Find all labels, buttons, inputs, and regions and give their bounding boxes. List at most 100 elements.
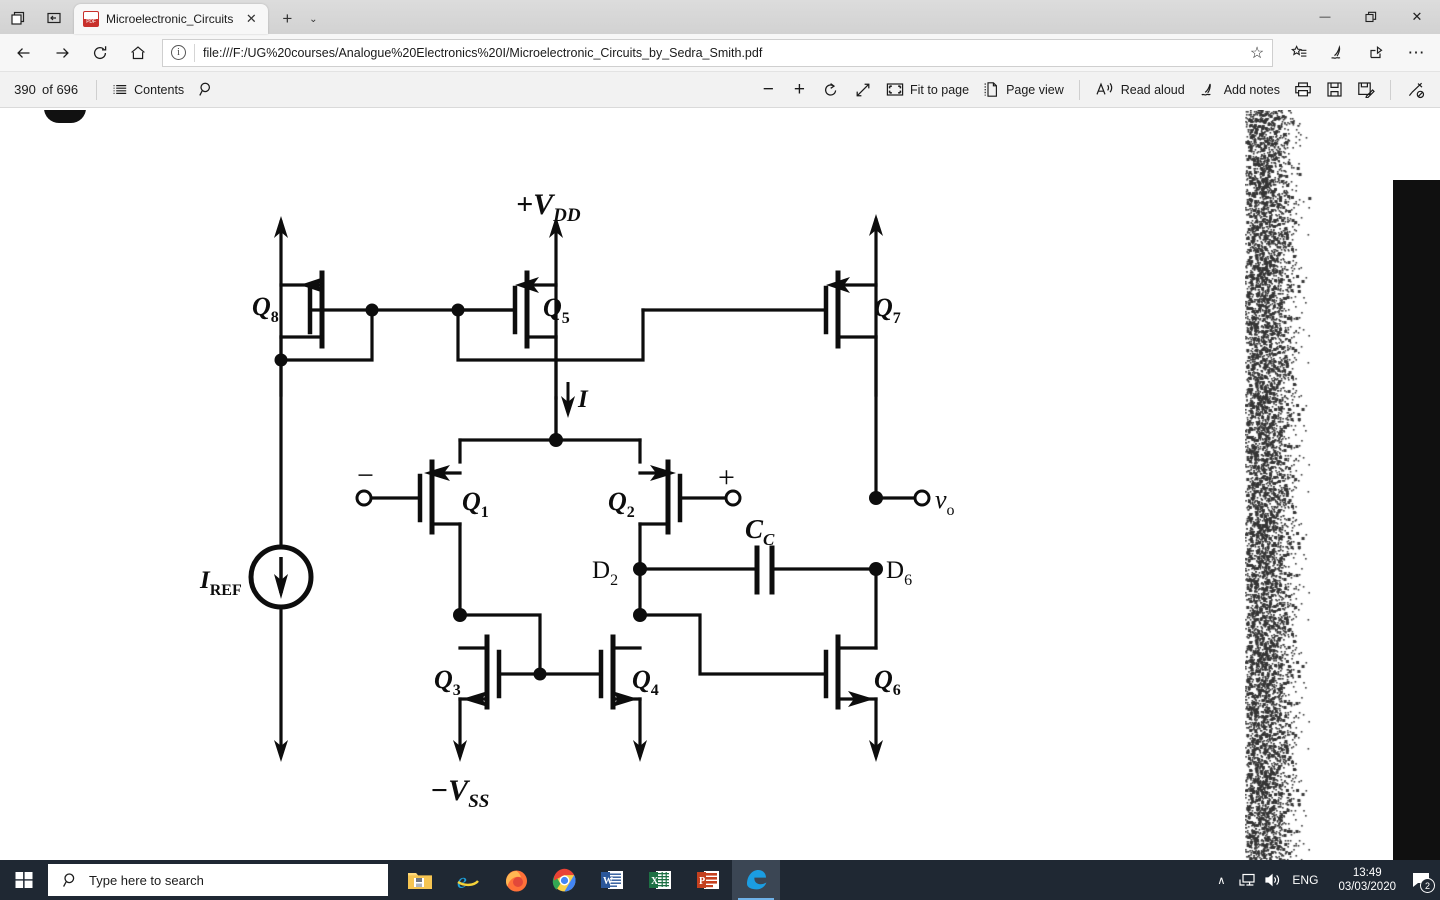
search-icon	[63, 872, 75, 887]
save-icon[interactable]	[1319, 77, 1350, 102]
taskbar-app-microsoft-edge[interactable]	[732, 860, 780, 900]
label-q7: Q7	[874, 293, 901, 327]
windows-taskbar: Type here to search e W X P ∧ ENG 13:49 …	[0, 860, 1440, 900]
taskbar-app-microsoft-word[interactable]: W	[588, 860, 636, 900]
google-chrome-icon	[552, 868, 576, 891]
ink-tools-icon[interactable]	[1399, 77, 1432, 103]
svg-text:e: e	[457, 868, 467, 892]
taskbar-app-firefox[interactable]	[492, 860, 540, 900]
site-info-icon[interactable]: i	[171, 45, 186, 60]
scan-page-edge-artifact	[1393, 180, 1440, 860]
save-as-icon[interactable]	[1350, 77, 1382, 102]
svg-text:X: X	[651, 876, 659, 887]
browser-tab[interactable]: Microelectronic_Circuits ✕	[74, 4, 269, 34]
contents-label: Contents	[134, 82, 185, 97]
taskbar-app-list: e W X P	[396, 860, 780, 900]
tab-title: Microelectronic_Circuits	[106, 12, 234, 26]
label-q8: Q8	[252, 292, 279, 326]
page-view-label: Page view	[1006, 82, 1064, 97]
node-dot	[453, 608, 467, 622]
taskbar-app-internet-explorer[interactable]: e	[444, 860, 492, 900]
label-cc: CC	[745, 514, 775, 549]
clock[interactable]: 13:49 03/03/2020	[1328, 866, 1406, 894]
search-button[interactable]	[191, 77, 222, 102]
fit-width-icon[interactable]	[847, 77, 879, 103]
page-view-button[interactable]: Page view	[976, 77, 1071, 102]
label-current-i: I	[577, 386, 589, 413]
node-dot-vo	[869, 491, 883, 505]
action-center-button[interactable]: 2	[1406, 860, 1436, 900]
add-notes-label: Add notes	[1223, 82, 1280, 97]
set-tabs-aside-icon[interactable]	[36, 2, 72, 34]
clock-date: 03/03/2020	[1338, 881, 1396, 893]
label-q2: Q2	[608, 487, 635, 521]
microsoft-excel-icon: X	[648, 871, 671, 889]
start-button[interactable]	[0, 860, 48, 900]
label-q3: Q3	[434, 665, 461, 699]
share-icon[interactable]	[1359, 38, 1395, 68]
iref-current-source	[248, 544, 314, 610]
page-number-input[interactable]: 390	[8, 79, 42, 100]
svg-text:W: W	[603, 876, 613, 887]
internet-explorer-icon: e	[457, 868, 479, 892]
new-tab-button[interactable]: +	[276, 8, 298, 30]
forward-button[interactable]	[44, 38, 80, 68]
microsoft-edge-icon	[747, 870, 767, 890]
window-controls: — ✕	[1302, 0, 1440, 34]
scan-noise-artifact	[1245, 110, 1375, 860]
microsoft-powerpoint-icon: P	[696, 871, 719, 889]
node-dot-d6	[869, 562, 883, 576]
taskbar-search-box[interactable]: Type here to search	[48, 864, 388, 896]
taskbar-app-microsoft-powerpoint[interactable]: P	[684, 860, 732, 900]
language-indicator[interactable]: ENG	[1286, 873, 1328, 887]
minimize-button[interactable]: —	[1302, 0, 1348, 34]
add-notes-button[interactable]: Add notes	[1192, 77, 1287, 102]
output-terminal	[913, 489, 931, 507]
label-d2: D2	[592, 557, 618, 589]
home-button[interactable]	[120, 38, 156, 68]
label-vdd: +VDD	[516, 188, 581, 226]
divider	[96, 79, 98, 100]
fit-to-page-button[interactable]: Fit to page	[879, 78, 976, 101]
tab-preview-icon[interactable]	[0, 2, 36, 34]
favorite-star-icon[interactable]: ☆	[1242, 40, 1272, 66]
fit-to-page-label: Fit to page	[909, 82, 970, 97]
page-total-label: of 696	[42, 82, 79, 97]
system-tray: ∧ ENG 13:49 03/03/2020 2	[1208, 860, 1440, 900]
label-input-minus: −	[357, 459, 374, 492]
tray-chevron-up-icon[interactable]: ∧	[1208, 860, 1234, 900]
network-icon[interactable]	[1234, 860, 1260, 900]
pdf-page-viewer[interactable]: +VDD −VSS IREF I CC vo D2 D6 Q1 Q2 Q3 Q4…	[0, 110, 1440, 860]
chevron-down-icon[interactable]: ⌄	[302, 8, 324, 30]
input-minus-terminal	[355, 489, 373, 507]
refresh-button[interactable]	[82, 38, 118, 68]
volume-icon[interactable]	[1260, 860, 1286, 900]
taskbar-app-google-chrome[interactable]	[540, 860, 588, 900]
favorites-list-icon[interactable]	[1281, 38, 1317, 68]
label-vo: vo	[935, 485, 955, 519]
address-bar[interactable]: i file:///F:/UG%20courses/Analogue%20Ele…	[162, 38, 1273, 67]
circuit-diagram: +VDD −VSS IREF I CC vo D2 D6 Q1 Q2 Q3 Q4…	[199, 188, 955, 812]
settings-more-icon[interactable]: ⋯	[1398, 38, 1434, 68]
print-icon[interactable]	[1287, 77, 1319, 102]
web-notes-icon[interactable]	[1320, 38, 1356, 68]
divider	[194, 43, 195, 62]
zoom-out-button[interactable]: −	[753, 80, 784, 99]
restore-button[interactable]	[1348, 0, 1394, 34]
taskbar-app-file-explorer[interactable]	[396, 860, 444, 900]
back-button[interactable]	[6, 38, 42, 68]
close-tab-icon[interactable]: ✕	[240, 8, 262, 30]
pdf-page: +VDD −VSS IREF I CC vo D2 D6 Q1 Q2 Q3 Q4…	[0, 110, 1440, 860]
microsoft-word-icon: W	[600, 871, 623, 889]
taskbar-search-placeholder: Type here to search	[89, 872, 204, 888]
svg-text:P: P	[699, 876, 705, 887]
contents-button[interactable]: Contents	[105, 78, 191, 102]
taskbar-app-microsoft-excel[interactable]: X	[636, 860, 684, 900]
node-dot	[365, 303, 379, 317]
rotate-icon[interactable]	[815, 77, 847, 103]
close-button[interactable]: ✕	[1394, 0, 1440, 34]
label-iref: IREF	[199, 567, 242, 599]
zoom-in-button[interactable]: +	[784, 80, 815, 99]
read-aloud-button[interactable]: Read aloud	[1088, 77, 1192, 102]
divider	[1390, 79, 1391, 100]
